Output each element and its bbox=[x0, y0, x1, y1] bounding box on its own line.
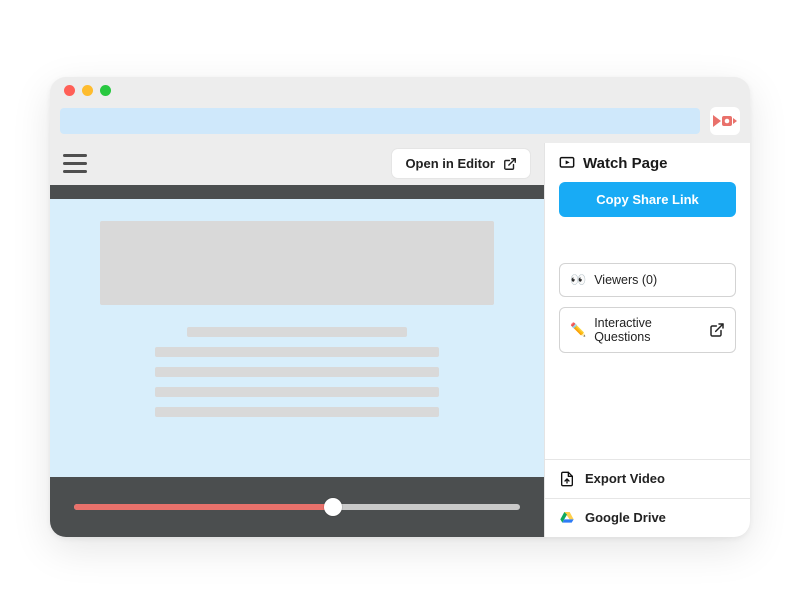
video-progress-bar bbox=[50, 477, 544, 537]
open-external-icon bbox=[709, 322, 725, 338]
export-video-row[interactable]: Export Video bbox=[545, 459, 750, 498]
window-fullscreen-icon[interactable] bbox=[100, 85, 111, 96]
window-titlebar bbox=[50, 77, 750, 105]
placeholder-line bbox=[155, 367, 439, 377]
eyes-icon: 👀 bbox=[570, 272, 586, 288]
placeholder-hero bbox=[100, 221, 494, 305]
interactive-questions-label: Interactive Questions bbox=[594, 316, 701, 344]
side-panel-footer: Export Video Google Drive bbox=[545, 459, 750, 537]
viewers-row[interactable]: 👀 Viewers (0) bbox=[559, 263, 736, 297]
browser-chrome-row bbox=[50, 105, 750, 143]
placeholder-line bbox=[155, 387, 439, 397]
hamburger-menu-button[interactable] bbox=[60, 152, 90, 176]
viewers-label: Viewers (0) bbox=[594, 273, 725, 287]
interactive-questions-row[interactable]: ✏️ Interactive Questions bbox=[559, 307, 736, 353]
side-panel-header: Watch Page bbox=[545, 143, 750, 182]
page-body-preview bbox=[50, 199, 544, 477]
placeholder-line bbox=[187, 327, 408, 337]
google-drive-row[interactable]: Google Drive bbox=[545, 498, 750, 537]
placeholder-line bbox=[155, 407, 439, 417]
side-panel-title: Watch Page bbox=[583, 155, 667, 172]
google-drive-icon bbox=[559, 510, 575, 526]
open-in-editor-label: Open in Editor bbox=[405, 156, 495, 171]
play-in-monitor-icon bbox=[559, 155, 575, 171]
file-export-icon bbox=[559, 471, 575, 487]
open-external-icon bbox=[503, 157, 517, 171]
page-header-band bbox=[50, 185, 544, 199]
content-area: Open in Editor bbox=[50, 143, 750, 537]
main-page: Open in Editor bbox=[50, 143, 544, 537]
extension-button[interactable] bbox=[710, 107, 740, 135]
pencil-icon: ✏️ bbox=[570, 322, 586, 338]
window-minimize-icon[interactable] bbox=[82, 85, 93, 96]
address-bar[interactable] bbox=[60, 108, 700, 134]
export-video-label: Export Video bbox=[585, 471, 665, 486]
window-close-icon[interactable] bbox=[64, 85, 75, 96]
browser-window: Open in Editor bbox=[50, 77, 750, 537]
side-panel-body: Copy Share Link 👀 Viewers (0) ✏️ Interac… bbox=[545, 182, 750, 353]
progress-track[interactable] bbox=[74, 504, 520, 510]
progress-thumb[interactable] bbox=[324, 498, 342, 516]
placeholder-line bbox=[155, 347, 439, 357]
google-drive-label: Google Drive bbox=[585, 510, 666, 525]
side-panel: Watch Page Copy Share Link 👀 Viewers (0)… bbox=[544, 143, 750, 537]
screencast-ext-icon bbox=[713, 112, 737, 130]
progress-played bbox=[74, 504, 333, 510]
copy-share-link-button[interactable]: Copy Share Link bbox=[559, 182, 736, 217]
page-toolbar: Open in Editor bbox=[50, 143, 544, 185]
open-in-editor-button[interactable]: Open in Editor bbox=[392, 149, 530, 178]
